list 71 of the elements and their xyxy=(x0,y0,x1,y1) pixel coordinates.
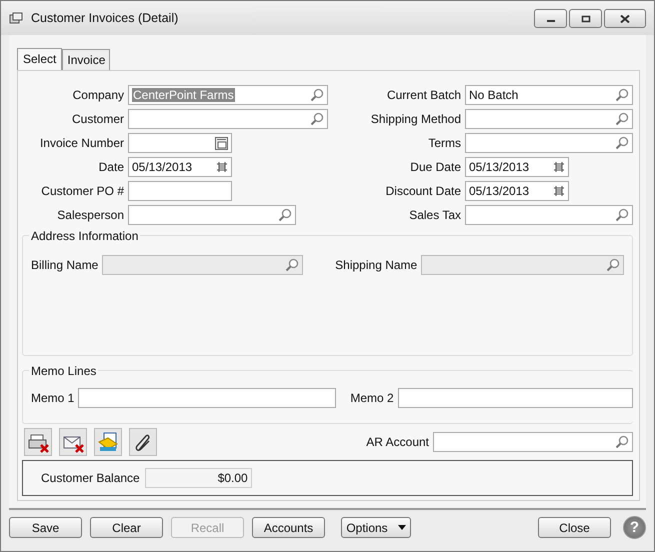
calendar-icon xyxy=(215,136,228,150)
button[interactable]: Save xyxy=(9,517,82,538)
input-field[interactable] xyxy=(465,109,633,129)
field-label: Date xyxy=(98,160,124,174)
input-field[interactable] xyxy=(398,388,633,408)
balance-field: $0.00 xyxy=(144,468,252,488)
field-label: Due Date xyxy=(409,160,461,174)
toolbar-button[interactable] xyxy=(24,428,52,456)
menu-button[interactable]: Options xyxy=(341,517,411,538)
input-field[interactable] xyxy=(78,388,336,408)
close-icon xyxy=(620,14,630,22)
field-label: Customer PO # xyxy=(40,184,124,198)
field-label: Terms xyxy=(427,136,461,150)
field-label: Salesperson xyxy=(56,208,124,222)
field-label: Billing Name xyxy=(31,258,98,272)
search-icon xyxy=(606,258,620,272)
input-field[interactable] xyxy=(128,205,296,225)
group-title: Memo Lines xyxy=(29,364,98,378)
field-label: Sales Tax xyxy=(408,208,461,222)
field-label: AR Account xyxy=(366,435,429,450)
app-icon xyxy=(9,12,23,24)
field-label: Memo 1 xyxy=(31,391,74,406)
toolbar-button[interactable] xyxy=(129,428,157,456)
input-field[interactable] xyxy=(465,205,633,225)
search-icon xyxy=(615,112,629,126)
input-field[interactable] xyxy=(128,109,328,129)
search-icon xyxy=(278,208,292,222)
input-field[interactable]: 05/13/2013 xyxy=(465,157,569,177)
field-label: Customer Balance xyxy=(41,471,140,486)
tab[interactable]: Invoice xyxy=(62,49,110,70)
field-label: Customer xyxy=(70,112,124,126)
search-icon xyxy=(615,435,629,450)
tab[interactable]: Select xyxy=(17,48,62,70)
field-label: Shipping Name xyxy=(335,258,418,272)
input-field[interactable]: No Batch xyxy=(465,85,633,105)
search-icon xyxy=(615,208,629,222)
button[interactable]: Accounts xyxy=(252,517,325,538)
printer-cross-icon xyxy=(28,432,48,453)
group-title: Address Information xyxy=(29,229,140,243)
search-icon xyxy=(310,112,324,126)
search-icon xyxy=(285,258,300,272)
minimize-button[interactable] xyxy=(534,9,567,28)
input-field[interactable]: 05/13/2013 xyxy=(128,157,232,177)
close-button[interactable] xyxy=(604,9,646,28)
maximize-button[interactable] xyxy=(569,9,602,28)
window-title: Customer Invoices (Detail) xyxy=(31,11,180,25)
input-field[interactable] xyxy=(128,133,232,153)
input-field[interactable]: 05/13/2013 xyxy=(465,181,569,201)
field-label: Company xyxy=(72,88,124,102)
search-icon xyxy=(615,136,629,150)
input-field[interactable] xyxy=(128,181,232,201)
grid-icon xyxy=(216,161,228,173)
toolbar-button[interactable] xyxy=(94,428,122,456)
field-label: Memo 2 xyxy=(350,391,394,406)
field-label: Shipping Method xyxy=(370,112,461,126)
grid-icon xyxy=(553,161,565,173)
field-label: Discount Date xyxy=(384,184,461,198)
button[interactable]: Close xyxy=(538,517,611,538)
caret-icon xyxy=(398,525,406,530)
search-icon xyxy=(310,88,324,102)
input-field[interactable] xyxy=(433,432,633,452)
toolbar-button[interactable] xyxy=(59,428,87,456)
input-field[interactable]: CenterPoint Farms xyxy=(128,85,328,105)
input-field[interactable] xyxy=(465,133,633,153)
button[interactable]: Clear xyxy=(90,517,163,538)
grid-icon xyxy=(553,185,565,197)
search-icon xyxy=(615,88,629,102)
field-label: Current Batch xyxy=(386,88,461,102)
field-label: Invoice Number xyxy=(38,136,124,150)
maximize-icon xyxy=(580,14,590,22)
documents-icon xyxy=(98,432,118,453)
